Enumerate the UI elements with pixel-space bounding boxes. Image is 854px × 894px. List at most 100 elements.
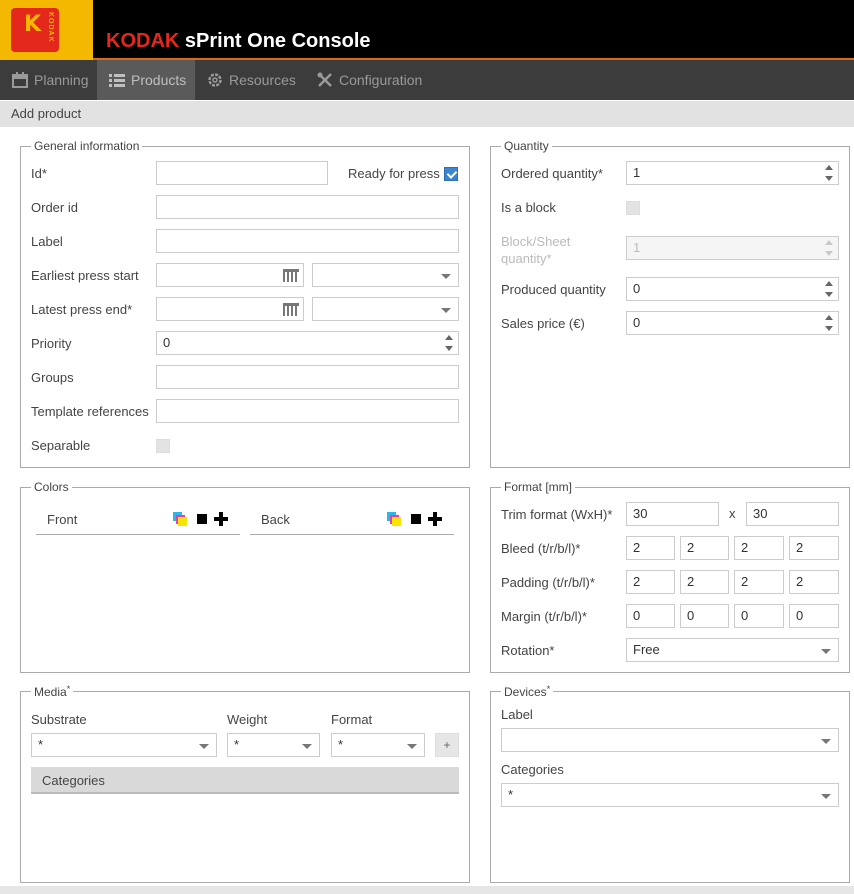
nav-configuration-label: Configuration (339, 72, 423, 88)
latest-press-end-label: Latest press end* (31, 302, 133, 317)
nav-planning[interactable]: Planning (0, 60, 97, 100)
app-title: KODAK sPrint One Console (106, 30, 371, 53)
chevron-down-icon (199, 744, 209, 749)
media-categories-header[interactable]: Categories (31, 767, 459, 794)
earliest-press-start-label: Earliest press start (31, 268, 139, 283)
spinner-icon[interactable] (825, 315, 834, 331)
groups-input[interactable] (156, 365, 459, 389)
earliest-date-input[interactable] (156, 263, 304, 287)
nav-resources[interactable]: Resources (195, 60, 305, 100)
media-legend: Media* (34, 684, 71, 699)
bleed-right-input[interactable]: 2 (680, 536, 729, 560)
ordered-quantity-label: Ordered quantity* (501, 166, 603, 181)
margin-label: Margin (t/r/b/l)* (501, 609, 587, 624)
priority-stepper[interactable]: 0 (156, 331, 459, 355)
brand-name: KODAK (106, 30, 180, 52)
is-a-block-label: Is a block (501, 200, 556, 215)
spinner-icon[interactable] (825, 165, 834, 181)
padding-top-input[interactable]: 2 (626, 570, 675, 594)
produced-quantity-label: Produced quantity (501, 282, 606, 297)
footer-bar (0, 886, 854, 894)
bleed-bottom-input[interactable]: 2 (734, 536, 784, 560)
margin-right-input[interactable]: 0 (680, 604, 729, 628)
chevron-down-icon (821, 794, 831, 799)
chevron-down-icon (441, 274, 451, 279)
nav-configuration[interactable]: Configuration (305, 60, 430, 100)
padding-bottom-input[interactable]: 2 (734, 570, 784, 594)
padding-left-input[interactable]: 2 (789, 570, 839, 594)
template-references-input[interactable] (156, 399, 459, 423)
main-nav: Planning Products Resources Configuratio… (0, 60, 854, 100)
page-title: Add product (0, 101, 854, 127)
rotation-select[interactable]: Free (626, 638, 839, 662)
separable-checkbox[interactable] (156, 439, 170, 453)
padding-right-input[interactable]: 2 (680, 570, 729, 594)
block-sheet-quantity-label-1: Block/Sheet (501, 234, 571, 249)
ordered-quantity-stepper[interactable]: 1 (626, 161, 839, 185)
margin-left-input[interactable]: 0 (789, 604, 839, 628)
tools-icon (317, 72, 332, 87)
format-label: Format (331, 712, 373, 727)
cmy-icon[interactable] (173, 512, 187, 526)
bleed-top-input[interactable]: 2 (626, 536, 675, 560)
trim-height-input[interactable]: 30 (746, 502, 839, 526)
product-name: sPrint One Console (184, 30, 371, 52)
groups-label: Groups (31, 370, 74, 385)
spinner-icon[interactable] (445, 335, 454, 351)
calendar-icon[interactable] (283, 303, 299, 316)
kodak-logo: K KODAK (0, 0, 93, 60)
format-legend: Format [mm] (504, 480, 572, 494)
format-select[interactable]: * (331, 733, 425, 757)
trim-width-input[interactable]: 30 (626, 502, 719, 526)
trim-format-label: Trim format (WxH)* (501, 507, 613, 522)
order-id-input[interactable] (156, 195, 459, 219)
padding-label: Padding (t/r/b/l)* (501, 575, 595, 590)
nav-planning-label: Planning (34, 72, 89, 88)
device-label-select[interactable] (501, 728, 839, 752)
rotation-label: Rotation* (501, 643, 555, 658)
produced-quantity-stepper[interactable]: 0 (626, 277, 839, 301)
weight-label: Weight (227, 712, 268, 727)
label-input[interactable] (156, 229, 459, 253)
device-categories-select[interactable]: * (501, 783, 839, 807)
black-swatch-icon[interactable] (411, 514, 421, 524)
nav-products-label: Products (131, 72, 187, 88)
chevron-down-icon (821, 649, 831, 654)
calendar-icon (12, 72, 28, 88)
front-label: Front (47, 512, 78, 527)
logo-mark: K KODAK (11, 8, 59, 52)
chevron-down-icon (407, 744, 417, 749)
trim-x-label: x (729, 506, 736, 521)
quantity-legend: Quantity (504, 139, 549, 153)
sales-price-stepper[interactable]: 0 (626, 311, 839, 335)
add-media-button[interactable]: + (435, 733, 459, 757)
margin-bottom-input[interactable]: 0 (734, 604, 784, 628)
black-swatch-icon[interactable] (197, 514, 207, 524)
colors-legend: Colors (34, 480, 69, 494)
calendar-icon[interactable] (283, 269, 299, 282)
bleed-label: Bleed (t/r/b/l)* (501, 541, 581, 556)
substrate-select[interactable]: * (31, 733, 217, 757)
nav-products[interactable]: Products (97, 60, 195, 100)
ready-for-press-checkbox[interactable] (444, 167, 458, 181)
cmy-icon[interactable] (387, 512, 401, 526)
gear-icon (208, 73, 222, 87)
spinner-icon[interactable] (825, 281, 834, 297)
order-id-label: Order id (31, 200, 78, 215)
earliest-time-select[interactable] (312, 263, 459, 287)
latest-time-select[interactable] (312, 297, 459, 321)
substrate-label: Substrate (31, 712, 87, 727)
latest-date-input[interactable] (156, 297, 304, 321)
separable-label: Separable (31, 438, 91, 453)
back-label: Back (261, 512, 290, 527)
nav-resources-label: Resources (229, 72, 296, 88)
weight-select[interactable]: * (227, 733, 320, 757)
device-categories-label: Categories (501, 762, 564, 777)
add-color-icon[interactable] (214, 512, 228, 526)
is-a-block-checkbox[interactable] (626, 201, 640, 215)
margin-top-input[interactable]: 0 (626, 604, 675, 628)
devices-legend: Devices* (504, 684, 551, 699)
add-color-icon[interactable] (428, 512, 442, 526)
bleed-left-input[interactable]: 2 (789, 536, 839, 560)
id-input[interactable] (156, 161, 328, 185)
